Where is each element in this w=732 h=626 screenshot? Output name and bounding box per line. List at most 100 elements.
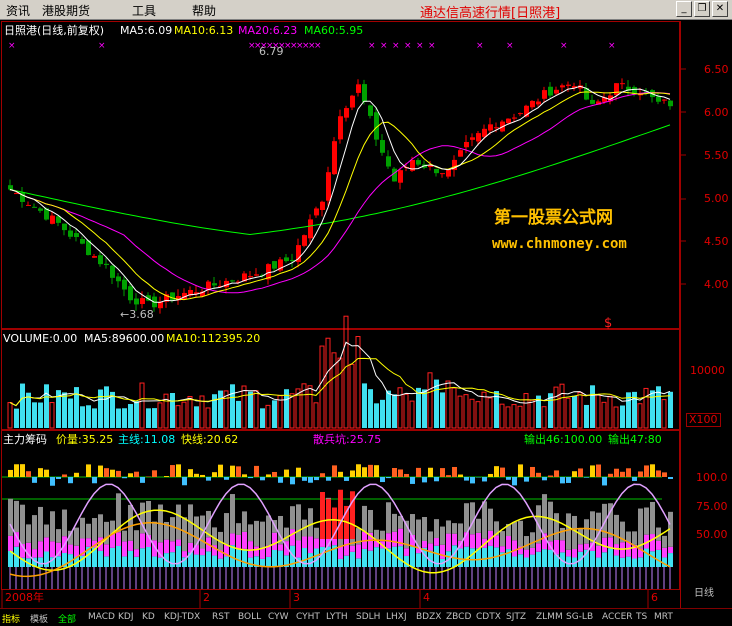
tab-指标[interactable]: 指标 [2, 612, 20, 625]
indicator-bar [650, 502, 655, 534]
indicator-histogram [266, 474, 271, 477]
indicator-bar [506, 536, 511, 549]
indicator-bar [200, 555, 205, 567]
signal-marker: × [98, 41, 106, 51]
tab-模板[interactable]: 模板 [30, 612, 48, 625]
candle-body [530, 101, 535, 107]
indicator-bar [434, 538, 439, 546]
indicator-histogram [26, 471, 31, 477]
indicator-histogram [398, 469, 403, 477]
minimize-icon[interactable]: _ [676, 1, 692, 17]
indicator-histogram [572, 471, 577, 477]
volume-bar [92, 408, 97, 428]
low-price-label: ←3.68 [120, 309, 154, 321]
volume-bar [578, 392, 582, 428]
indicator-histogram [584, 477, 589, 478]
tab-kdj[interactable]: KDJ [118, 612, 134, 622]
tab-accer[interactable]: ACCER [602, 612, 633, 622]
indicator-bar [320, 492, 325, 539]
tab-macd[interactable]: MACD [88, 612, 115, 622]
candle-body [350, 96, 355, 108]
tab-cdtx[interactable]: CDTX [476, 612, 501, 622]
candle-body [398, 170, 403, 183]
volume-bar [314, 403, 318, 428]
tab-bdzx[interactable]: BDZX [416, 612, 441, 622]
tab-sdlh[interactable]: SDLH [356, 612, 380, 622]
indicator-histogram [86, 464, 91, 477]
indicator-bar [344, 556, 349, 567]
indicator-bar [614, 544, 619, 555]
indicator-bar [548, 550, 553, 567]
indicator-bar [416, 553, 421, 567]
tab-zbcd[interactable]: ZBCD [446, 612, 471, 622]
volume-bar [392, 394, 397, 428]
volume-bar [38, 403, 43, 428]
indicator-bar [116, 532, 121, 546]
tab-cyht[interactable]: CYHT [296, 612, 320, 622]
menu-info[interactable]: 资讯 [6, 2, 30, 19]
indicator-bar [104, 556, 109, 567]
indicator-histogram [602, 477, 607, 485]
indicator-bar [602, 552, 607, 567]
indicator-bar [170, 541, 175, 552]
volume-bar [476, 402, 480, 428]
volume-bar [86, 405, 91, 428]
indicator-bar [128, 541, 133, 551]
candle-body [248, 276, 253, 277]
indicator-bar [446, 534, 451, 552]
indicator-bar [128, 505, 133, 541]
stock-chart[interactable]: ×××××××××××××××××××××××× $ [0, 19, 732, 625]
signal-markers: ×××××××××××××××××××××××× [8, 41, 616, 51]
indicator-tick-100: 100.0 [696, 471, 728, 484]
menu-tools[interactable]: 工具 [132, 2, 156, 19]
indicator-bar [500, 531, 505, 546]
tab-ts[interactable]: TS [636, 612, 647, 622]
menu-hk-futures[interactable]: 港股期货 [42, 2, 90, 19]
tab-sjtz[interactable]: SJTZ [506, 612, 526, 622]
tab-lhxj[interactable]: LHXJ [386, 612, 407, 622]
tab-boll[interactable]: BOLL [238, 612, 261, 622]
tab-全部[interactable]: 全部 [58, 612, 76, 625]
indicator-bar [668, 547, 673, 553]
indicator-bar [212, 556, 217, 567]
indicator-histogram [650, 464, 655, 477]
indicator-histogram [656, 470, 661, 477]
indicator-bar [236, 549, 241, 567]
volume-bar [554, 387, 558, 428]
tab-kd[interactable]: KD [142, 612, 155, 622]
indicator-bar [122, 556, 127, 567]
tab-lyth[interactable]: LYTH [326, 612, 348, 622]
indicator-histogram [164, 476, 169, 477]
indicator-histogram [332, 465, 337, 477]
indicator-bar [368, 510, 373, 533]
tab-sg-lb[interactable]: SG-LB [566, 612, 593, 622]
tab-zlmm[interactable]: ZLMM [536, 612, 563, 622]
indicator-bar [560, 528, 565, 540]
indicator-bar [566, 513, 571, 549]
tab-kdj-tdx[interactable]: KDJ-TDX [164, 612, 200, 622]
indicator-bar [542, 549, 547, 567]
indicator-bar [536, 543, 541, 551]
indicator-bar [512, 522, 517, 540]
indicator-histogram [548, 475, 553, 477]
indicator-tick-75: 75.00 [696, 500, 728, 513]
candle-body [458, 150, 463, 157]
close-icon[interactable]: ✕ [712, 1, 728, 17]
indicator-bar [86, 538, 91, 547]
indicator-histogram [128, 473, 133, 477]
candle-body [464, 142, 469, 147]
tab-rst[interactable]: RST [212, 612, 229, 622]
indicator-bar [590, 511, 595, 542]
candle-body [566, 85, 571, 86]
volume-bar [146, 408, 151, 428]
restore-icon[interactable]: ❐ [694, 1, 710, 17]
volume-bar [482, 392, 486, 428]
indicator-histogram [194, 474, 199, 477]
tab-cyw[interactable]: CYW [268, 612, 289, 622]
indicator-bar [368, 551, 373, 567]
indicator-bar [152, 556, 157, 567]
candle-body [110, 266, 115, 278]
candle-body [446, 169, 451, 176]
tab-mrt[interactable]: MRT [654, 612, 673, 622]
menu-help[interactable]: 帮助 [192, 2, 216, 19]
